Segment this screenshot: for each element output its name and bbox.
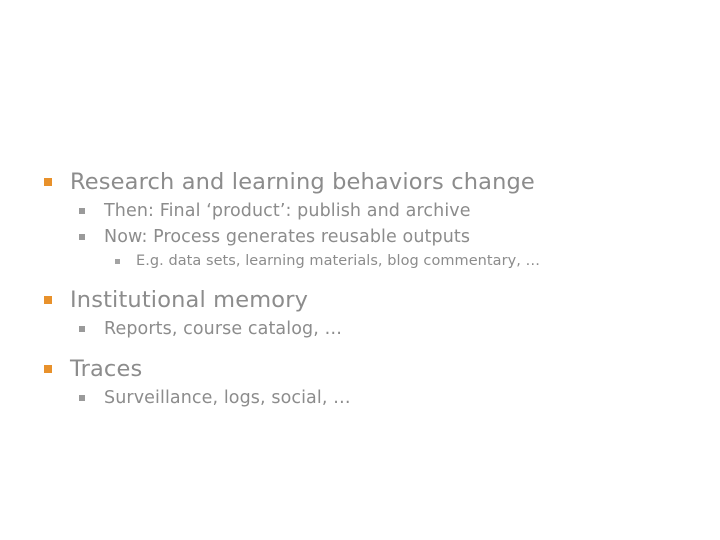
square-bullet-icon [79, 326, 85, 332]
square-bullet-icon [79, 395, 85, 401]
list-item[interactable]: Research and learning behaviors change [0, 166, 720, 198]
list-item-label: Now: Process generates reusable outputs [104, 227, 471, 247]
list-item-label: Research and learning behaviors change [70, 169, 535, 195]
list-item[interactable]: Reports, course catalog, … [0, 316, 720, 342]
bullet-outline-list: Research and learning behaviors change T… [0, 166, 720, 411]
list-item[interactable]: Then: Final ‘product’: publish and archi… [0, 198, 720, 224]
square-bullet-icon [115, 259, 120, 264]
square-bullet-icon [44, 178, 52, 186]
square-bullet-icon [44, 365, 52, 373]
square-bullet-icon [79, 234, 85, 240]
list-item[interactable]: Traces [0, 353, 720, 385]
list-item-label: Institutional memory [70, 287, 309, 313]
list-item-label: Surveillance, logs, social, … [104, 388, 351, 408]
list-item[interactable]: Institutional memory [0, 284, 720, 316]
slide-canvas: Research and learning behaviors change T… [0, 0, 720, 540]
slide-content-placeholder: Research and learning behaviors change T… [0, 166, 720, 411]
list-item[interactable]: E.g. data sets, learning materials, blog… [0, 250, 720, 273]
list-item-label: Reports, course catalog, … [104, 319, 343, 339]
list-item-label: Traces [70, 356, 143, 382]
list-item[interactable]: Surveillance, logs, social, … [0, 385, 720, 411]
square-bullet-icon [44, 296, 52, 304]
square-bullet-icon [79, 208, 85, 214]
list-item-label: Then: Final ‘product’: publish and archi… [104, 201, 471, 221]
list-item-label: E.g. data sets, learning materials, blog… [136, 253, 541, 269]
list-item[interactable]: Now: Process generates reusable outputs [0, 224, 720, 250]
